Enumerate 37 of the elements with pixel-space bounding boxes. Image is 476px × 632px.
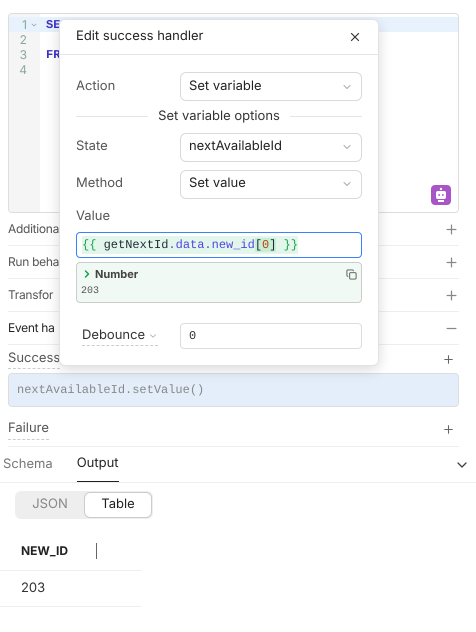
column-header[interactable]: NEW_ID [21,542,96,560]
copy-icon[interactable] [346,268,357,280]
panel-tab[interactable]: Output [76,447,119,482]
field-label: Method [76,174,124,194]
code-text: SE [46,16,60,34]
field-label: State [76,137,109,156]
close-icon[interactable] [348,30,362,44]
line-number: 1 [21,18,27,30]
section-title[interactable]: Run beha [8,253,60,271]
table-cell-text: 203 [21,578,46,598]
panel-tab[interactable]: Schema [3,447,53,482]
debounce-input[interactable]: 0 [180,323,362,349]
preview-value: 203 [81,284,100,298]
expand-icon[interactable] [444,288,459,302]
line-number: 4 [18,64,27,76]
expand-icon[interactable] [444,254,459,270]
robot-icon[interactable] [431,185,451,205]
field-label: Value [76,206,112,226]
field-label: Action [76,76,116,96]
add-icon[interactable] [442,352,455,366]
select-field[interactable]: Set value [180,170,362,198]
section-title[interactable]: Transfor [8,286,54,304]
section-divider-label: Set variable options [158,107,280,126]
value-input[interactable]: {{ getNextId.data.new_id[0] }} [76,232,362,258]
add-icon[interactable] [442,423,455,436]
select-field[interactable]: Set variable [180,72,362,101]
view-option[interactable]: Table [84,492,152,518]
failure-label: Failure [8,419,49,440]
line-number: 3 [18,48,27,60]
dialog-title: Edit success handler [76,27,204,46]
select-field[interactable]: nextAvailableId [180,132,362,162]
section-title[interactable]: Additiona [8,220,60,238]
section-title[interactable]: Event ha [8,319,55,337]
line-number: 2 [18,34,27,46]
preview-type: Number [95,266,138,282]
expand-icon[interactable] [444,222,459,236]
debounce-dropdown[interactable]: Debounce [82,326,158,346]
